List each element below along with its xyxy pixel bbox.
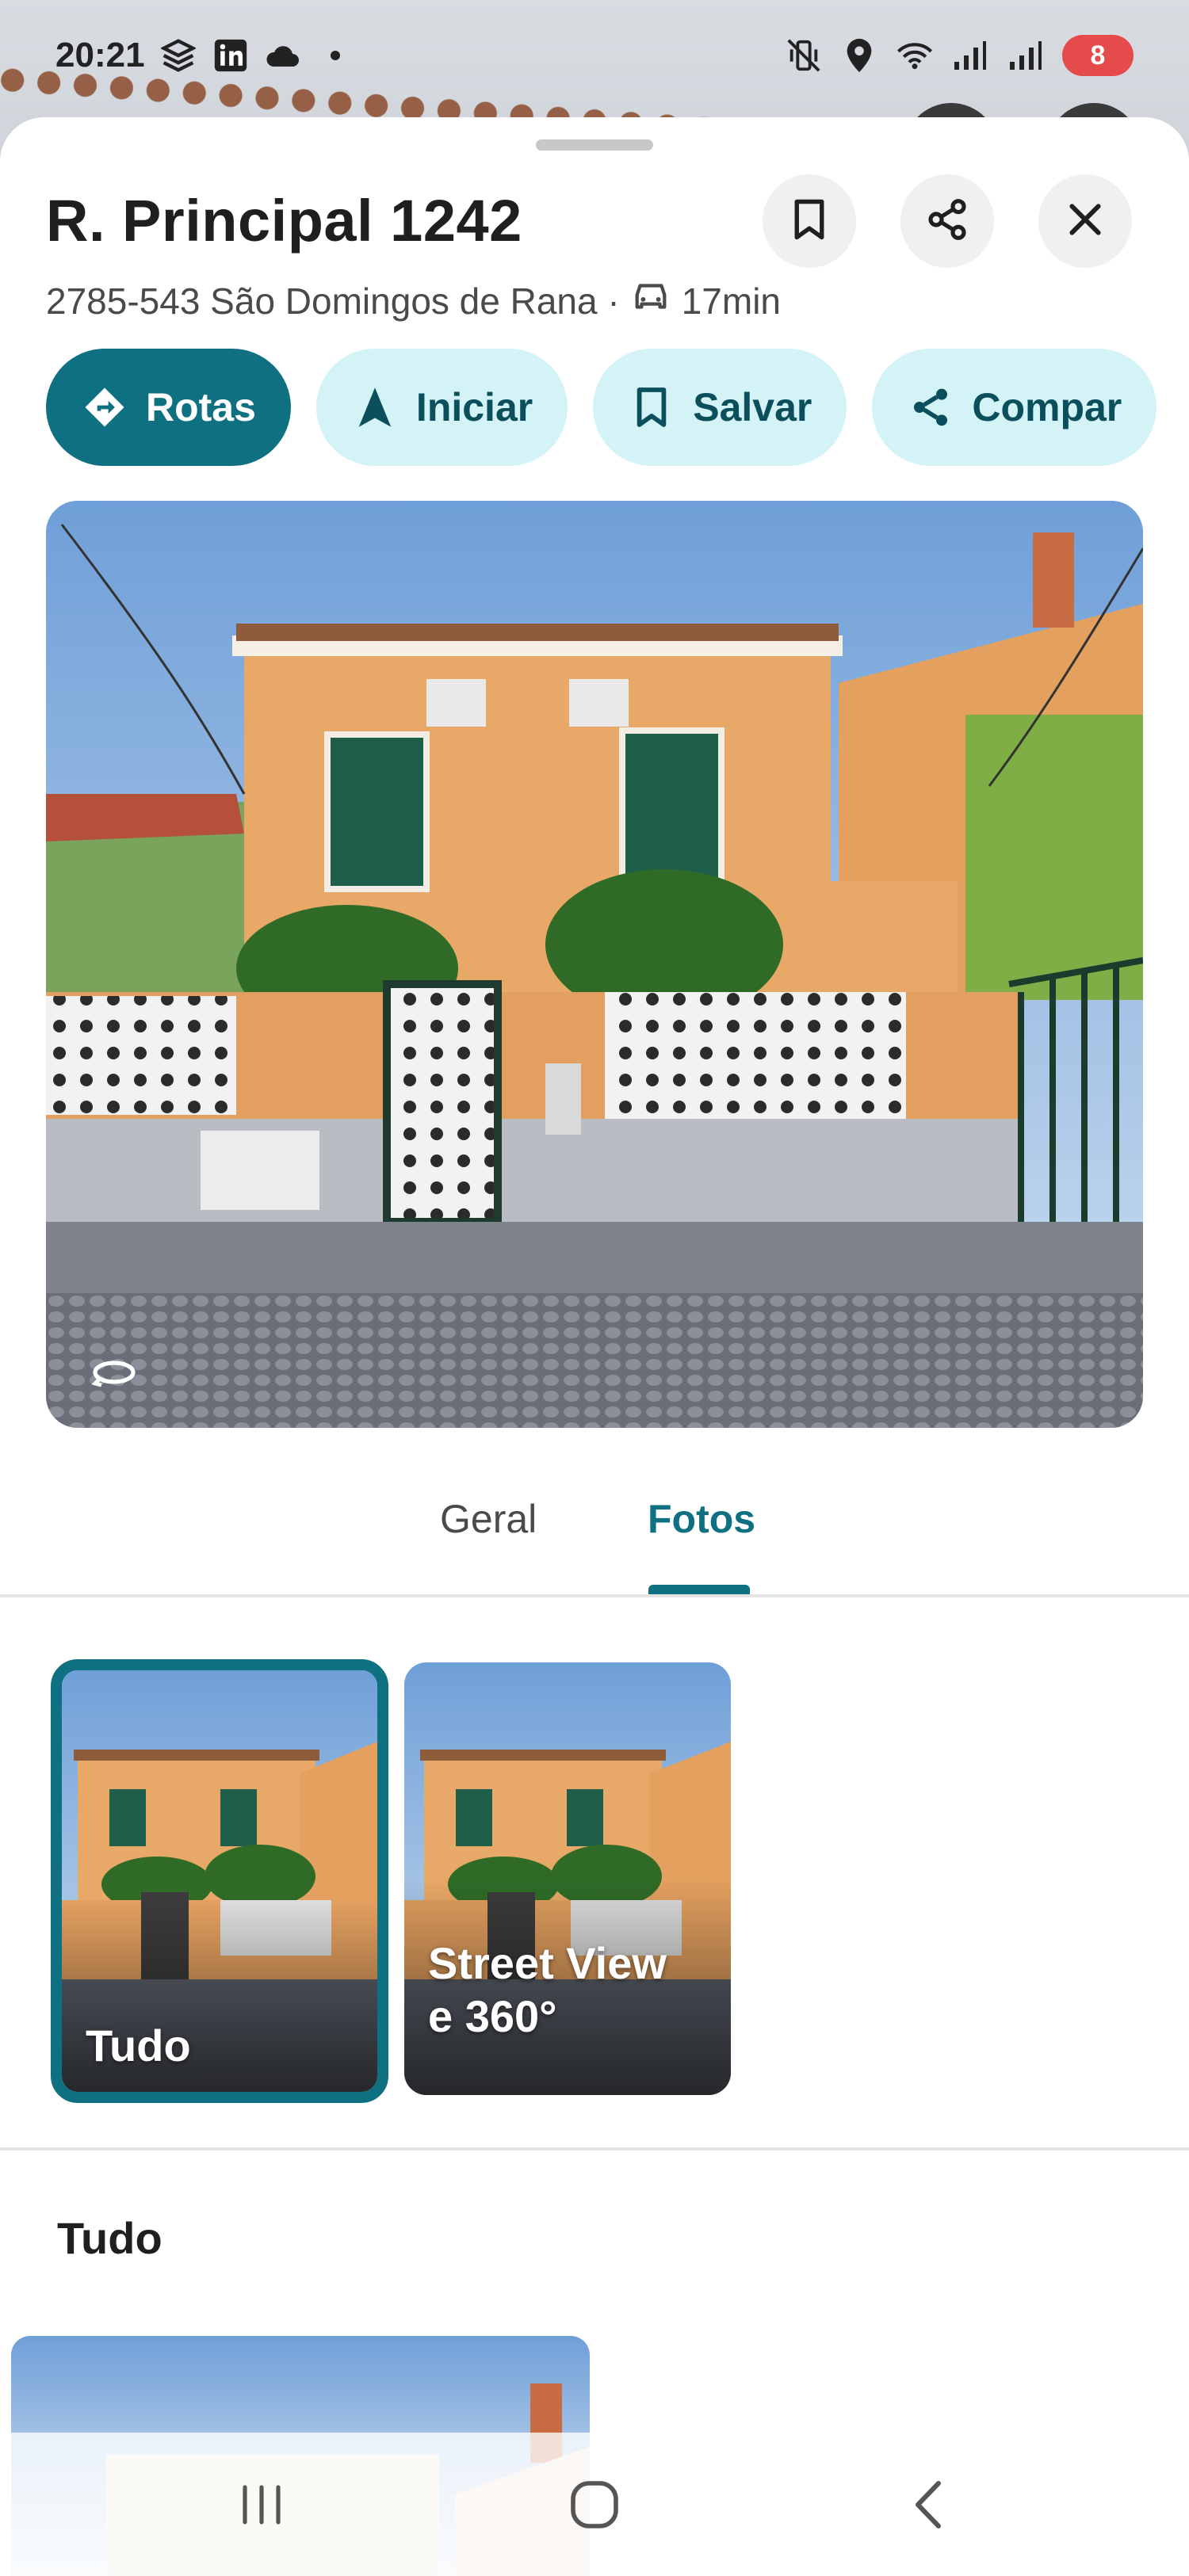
- location-icon: [840, 36, 878, 74]
- bookmark-icon: [629, 385, 674, 429]
- place-address: 2785-543 São Domingos de Rana ·: [46, 280, 620, 322]
- bookmark-icon: [791, 198, 828, 245]
- photo-category-all[interactable]: Tudo: [51, 1659, 388, 2103]
- linkedin-icon: [212, 36, 250, 74]
- tab-overview[interactable]: Geral: [440, 1496, 537, 1542]
- car-icon: [631, 279, 671, 322]
- section-divider: [0, 2147, 1189, 2150]
- street-view-photo[interactable]: [46, 501, 1143, 1428]
- close-icon: [1065, 200, 1105, 243]
- chip-label: Compar: [972, 385, 1122, 429]
- close-button[interactable]: [1038, 174, 1132, 268]
- directions-icon: [82, 385, 127, 429]
- recent-apps-button[interactable]: [226, 2471, 297, 2542]
- system-navigation-bar: [0, 2433, 1189, 2576]
- back-button[interactable]: [892, 2471, 963, 2542]
- 360-rotate-icon: [90, 1357, 138, 1388]
- place-bottom-sheet: R. Principal 1242 2785-543 São Domingos …: [0, 117, 1189, 2576]
- battery-indicator: 8: [1062, 35, 1134, 76]
- directions-button[interactable]: Rotas: [46, 349, 291, 466]
- start-button[interactable]: Iniciar: [315, 349, 568, 466]
- active-tab-indicator: [648, 1585, 750, 1594]
- share-icon: [908, 385, 953, 429]
- photo-category-label: Tudo: [86, 2021, 191, 2070]
- tab-bar: Geral Fotos: [0, 1464, 1189, 1597]
- dot-icon: [316, 36, 354, 74]
- save-button[interactable]: Salvar: [593, 349, 847, 466]
- chip-label: Salvar: [693, 385, 812, 429]
- recent-apps-icon: [235, 2483, 288, 2531]
- back-icon: [910, 2479, 945, 2535]
- share-icon: [925, 197, 969, 246]
- tab-photos[interactable]: Fotos: [648, 1496, 755, 1542]
- drive-time: 17min: [681, 280, 781, 322]
- place-subtitle: 2785-543 São Domingos de Rana · 17min: [46, 279, 781, 322]
- section-title: Tudo: [57, 2213, 162, 2263]
- vibrate-mute-icon: [785, 36, 823, 74]
- chip-label: Rotas: [146, 385, 256, 429]
- clock: 20:21: [55, 36, 145, 74]
- stack-app-icon: [159, 36, 197, 74]
- photo-category-street-view[interactable]: Street View e 360°: [404, 1662, 731, 2095]
- signal-icon: [1007, 36, 1045, 74]
- home-button[interactable]: [559, 2471, 630, 2542]
- cloud-icon: [264, 36, 302, 74]
- signal-icon: [951, 36, 989, 74]
- wifi-icon: [896, 36, 934, 74]
- drag-handle[interactable]: [536, 139, 653, 151]
- place-title: R. Principal 1242: [46, 188, 522, 254]
- share-chip-button[interactable]: Compar: [872, 349, 1157, 466]
- status-bar: 20:21 8: [0, 0, 1189, 111]
- photo-category-label-line: Street View: [428, 1938, 667, 1988]
- chip-label: Iniciar: [415, 385, 533, 429]
- action-chips: Rotas Iniciar Salvar Compar: [46, 349, 1157, 466]
- photo-category-label-line: e 360°: [428, 1991, 557, 2042]
- home-icon: [568, 2479, 621, 2535]
- photo-category-label: Street View e 360°: [428, 1937, 667, 2043]
- save-bookmark-button[interactable]: [763, 174, 856, 268]
- navigation-arrow-icon: [353, 385, 397, 429]
- share-button[interactable]: [900, 174, 994, 268]
